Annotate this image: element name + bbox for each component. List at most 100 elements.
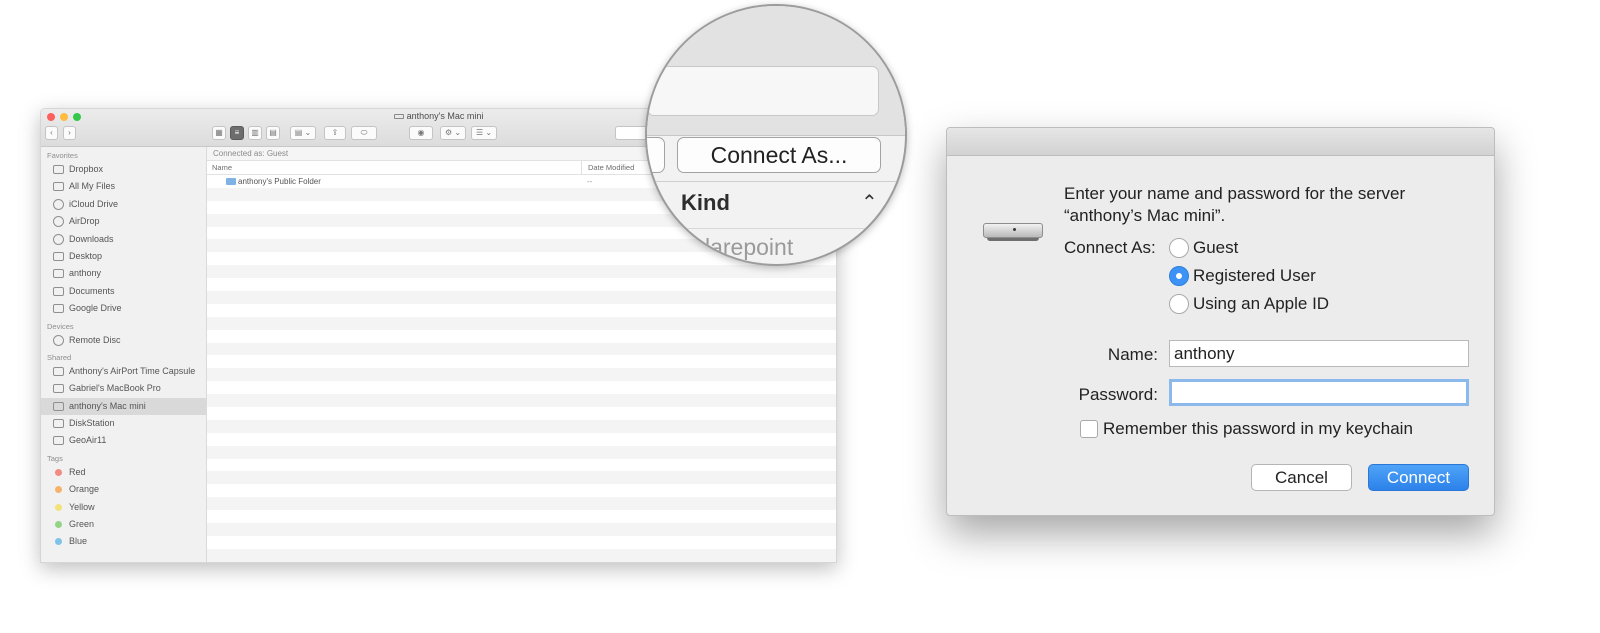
sidebar-item-icloud-drive[interactable]: iCloud Drive <box>41 196 206 213</box>
sidebar-item-tag-orange[interactable]: Orange <box>41 481 206 498</box>
airdrop-icon <box>53 216 64 228</box>
tag-dot-icon <box>55 468 62 476</box>
empty-row <box>207 407 836 420</box>
password-field[interactable] <box>1169 379 1469 406</box>
sidebar-item-diskstation[interactable]: DiskStation <box>41 415 206 432</box>
sidebar-section-tags: Tags <box>47 453 63 463</box>
tag-dot-icon <box>55 503 62 511</box>
sidebar-item-remote-disc[interactable]: Remote Disc <box>41 332 206 349</box>
network-drive-icon <box>53 366 64 376</box>
empty-row <box>207 445 836 459</box>
sidebar-item-google-drive[interactable]: Google Drive <box>41 300 206 317</box>
magnified-kind-value: larepoint <box>705 234 794 260</box>
remember-password-label[interactable]: Remember this password in my keychain <box>1103 419 1413 439</box>
chevron-up-icon: ⌃ <box>861 192 878 214</box>
cover-flow-button[interactable]: ▤ <box>266 126 280 140</box>
dialog-titlebar <box>947 128 1494 156</box>
network-drive-icon <box>393 114 404 120</box>
magnified-search-field <box>647 66 879 116</box>
cancel-button[interactable]: Cancel <box>1251 464 1352 491</box>
sidebar-item-anthony[interactable]: anthony <box>41 265 206 282</box>
empty-row <box>207 342 836 356</box>
empty-row <box>207 355 836 368</box>
server-icon <box>53 419 64 429</box>
all-files-icon <box>53 182 64 192</box>
radio-apple-id-label[interactable]: Using an Apple ID <box>1193 294 1329 314</box>
empty-row <box>207 330 836 343</box>
folder-icon <box>226 178 236 185</box>
empty-row <box>207 523 836 536</box>
column-view-button[interactable]: ▥ <box>248 126 262 140</box>
radio-registered-user-label[interactable]: Registered User <box>1193 266 1316 286</box>
magnified-toolbar-button <box>647 137 665 173</box>
empty-row <box>207 510 836 523</box>
sidebar-item-tag-blue[interactable]: Blue <box>41 533 206 550</box>
connect-dialog: Enter your name and password for the ser… <box>946 127 1495 516</box>
share-icon[interactable]: ⇪ <box>324 126 346 140</box>
tag-dot-icon <box>55 538 62 546</box>
sidebar-item-mac-mini[interactable]: anthony's Mac mini <box>41 397 206 416</box>
sidebar-section-devices: Devices <box>47 321 74 331</box>
password-label: Password: <box>1078 385 1158 404</box>
sidebar-item-dropbox[interactable]: Dropbox <box>41 161 206 178</box>
kind-column-header[interactable]: Kind <box>681 190 730 216</box>
tag-dot-icon <box>55 521 62 529</box>
gear-icon[interactable]: ⚙ ⌄ <box>440 126 466 140</box>
remember-password-checkbox[interactable] <box>1080 420 1098 438</box>
empty-row <box>207 419 836 433</box>
column-header-name[interactable]: Name <box>212 161 232 175</box>
empty-row <box>207 471 836 485</box>
sidebar-item-airdrop[interactable]: AirDrop <box>41 213 206 230</box>
network-drive-icon <box>53 401 64 411</box>
radio-guest[interactable] <box>1169 238 1189 258</box>
sidebar-section-favorites: Favorites <box>47 151 78 160</box>
empty-row <box>207 278 836 291</box>
tag-button[interactable]: ⬭ <box>351 126 377 140</box>
disc-icon <box>53 334 64 346</box>
home-icon <box>53 269 64 279</box>
file-name: anthony's Public Folder <box>238 177 321 186</box>
cloud-icon <box>53 198 64 210</box>
connect-as-label: Connect As: <box>1064 238 1156 257</box>
quick-look-icon[interactable]: ◉ <box>409 126 433 140</box>
sidebar-item-tag-red[interactable]: Red <box>41 464 206 481</box>
sidebar-item-macbook-pro[interactable]: Gabriel's MacBook Pro <box>41 380 206 397</box>
sort-menu-button[interactable]: ☰ ⌄ <box>471 126 497 140</box>
mac-mini-icon <box>983 223 1043 241</box>
download-icon <box>53 233 64 245</box>
sidebar-item-tag-green[interactable]: Green <box>41 516 206 533</box>
forward-button[interactable]: › <box>63 126 76 140</box>
folder-icon <box>53 304 64 314</box>
icon-view-button[interactable]: ▦ <box>212 126 226 140</box>
sidebar-item-desktop[interactable]: Desktop <box>41 248 206 265</box>
empty-row <box>207 536 836 549</box>
laptop-icon <box>53 384 64 394</box>
arrange-button[interactable]: ▤ ⌄ <box>290 126 316 140</box>
empty-row <box>207 433 836 446</box>
radio-apple-id[interactable] <box>1169 294 1189 314</box>
empty-row <box>207 484 836 497</box>
sidebar-item-airport-time-capsule[interactable]: Anthony's AirPort Time Capsule <box>41 363 206 380</box>
column-header-date-modified[interactable]: Date Modified <box>581 161 634 175</box>
connect-as-button[interactable]: Connect As... <box>677 137 881 173</box>
sidebar-item-downloads[interactable]: Downloads <box>41 231 206 248</box>
radio-guest-label[interactable]: Guest <box>1193 238 1238 258</box>
server-icon <box>53 436 64 446</box>
magnified-divider <box>647 181 905 182</box>
sidebar-item-documents[interactable]: Documents <box>41 283 206 300</box>
name-label: Name: <box>1107 345 1158 364</box>
name-field[interactable]: anthony <box>1169 340 1469 367</box>
dialog-message: Enter your name and password for the ser… <box>1064 184 1406 225</box>
empty-row <box>207 394 836 408</box>
documents-icon <box>53 286 64 296</box>
empty-row <box>207 304 836 317</box>
connect-button[interactable]: Connect <box>1368 464 1469 491</box>
empty-row <box>207 548 836 562</box>
sidebar-item-all-my-files[interactable]: All My Files <box>41 178 206 195</box>
list-view-button[interactable]: ≡ <box>230 126 244 140</box>
radio-registered-user[interactable] <box>1169 266 1189 286</box>
magnified-row-line <box>647 228 905 229</box>
sidebar-item-geoair11[interactable]: GeoAir11 <box>41 432 206 449</box>
back-button[interactable]: ‹ <box>45 126 58 140</box>
sidebar-item-tag-yellow[interactable]: Yellow <box>41 499 206 516</box>
